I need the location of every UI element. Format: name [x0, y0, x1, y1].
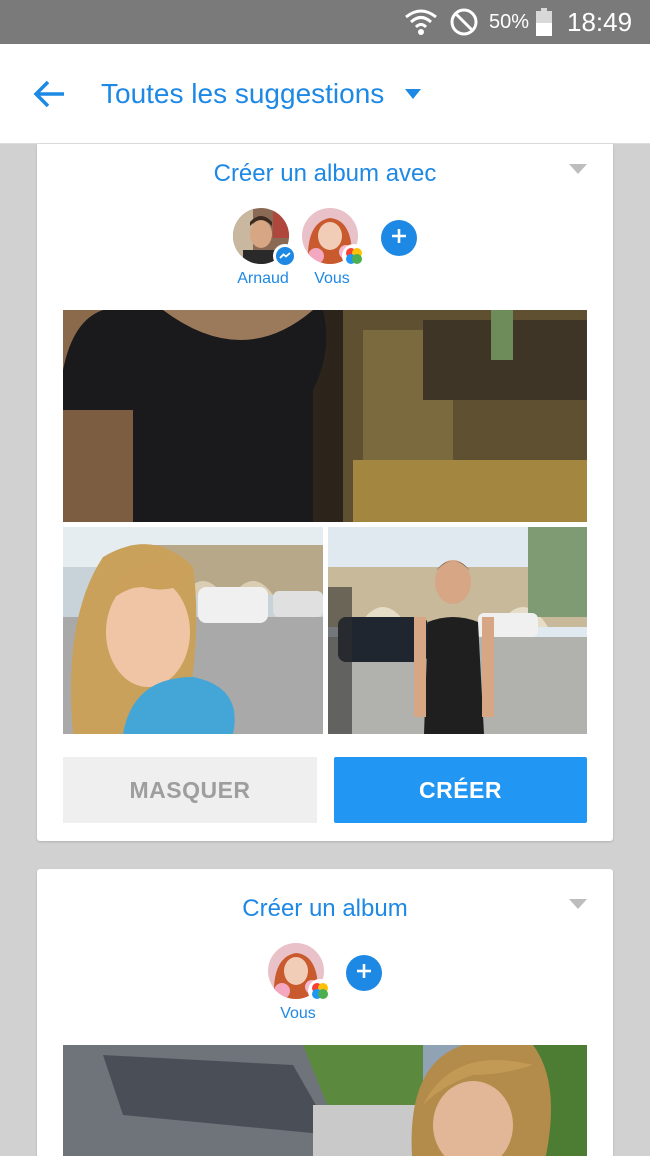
suggested-photo[interactable]: [63, 1045, 587, 1156]
card-menu-caret-icon[interactable]: [567, 162, 589, 176]
add-person-button[interactable]: [381, 220, 417, 256]
wifi-icon: [404, 0, 438, 44]
suggested-photo[interactable]: [328, 527, 587, 734]
page-title: Toutes les suggestions: [101, 78, 385, 109]
do-not-disturb-icon: [449, 0, 479, 44]
participant-vous[interactable]: Vous: [302, 208, 366, 287]
status-bar: 50% 18:49: [0, 0, 650, 44]
card-menu-caret-icon[interactable]: [567, 897, 589, 911]
participant-arnaud[interactable]: Arnaud: [233, 208, 297, 287]
create-button[interactable]: CRÉER: [334, 757, 587, 823]
suggested-photo[interactable]: [63, 310, 587, 522]
add-person-icon: [390, 227, 408, 250]
suggested-photo[interactable]: [63, 527, 323, 734]
participant-vous[interactable]: Vous: [268, 943, 332, 1022]
memories-badge-icon: [308, 979, 332, 1003]
add-person-icon: [355, 962, 373, 985]
battery-percent: 50%: [489, 10, 530, 33]
hide-button[interactable]: MASQUER: [63, 757, 317, 823]
messenger-badge-icon: [273, 244, 297, 268]
participant-name: Vous: [314, 270, 350, 287]
album-suggestion-card: Créer un album avec Arnaud Vous MASQUER …: [37, 144, 613, 841]
participant-name: Vous: [280, 1005, 316, 1022]
app-bar: Toutes les suggestions: [0, 44, 650, 144]
suggestions-filter-dropdown[interactable]: Toutes les suggestions: [101, 72, 424, 116]
back-arrow-icon: [26, 80, 70, 118]
album-suggestion-card: Créer un album Vous: [37, 869, 613, 1156]
memories-badge-icon: [342, 244, 366, 268]
add-person-button[interactable]: [346, 955, 382, 991]
card-title: Créer un album: [242, 895, 408, 922]
back-button[interactable]: [26, 74, 70, 114]
battery-icon: [535, 0, 553, 44]
card-title: Créer un album avec: [213, 160, 437, 187]
dropdown-caret-icon: [402, 87, 424, 101]
clock: 18:49: [567, 6, 633, 37]
